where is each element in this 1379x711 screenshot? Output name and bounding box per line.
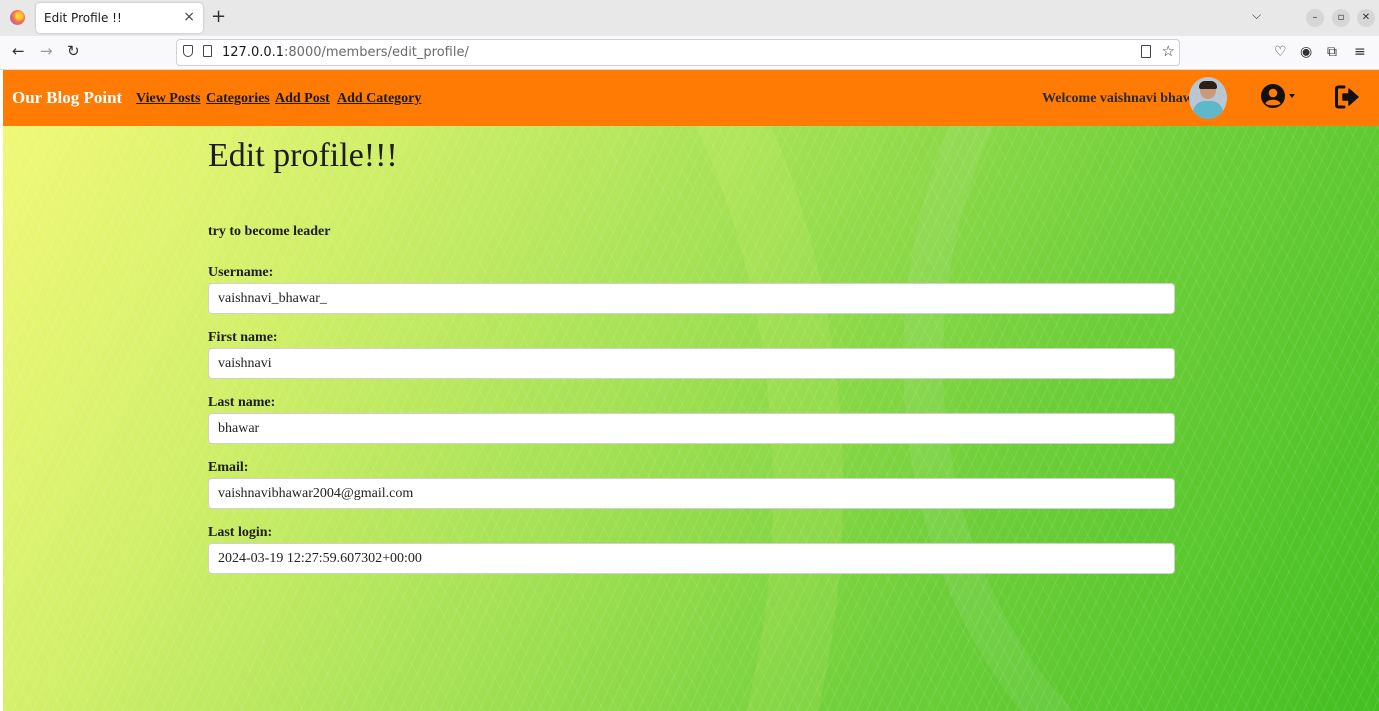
welcome-text: Welcome vaishnavi bhawar [1042, 91, 1207, 106]
minimize-icon[interactable]: – [1306, 9, 1324, 27]
browser-window: Edit Profile !! × + ⌵ – ▫ ✕ ← → ↻ 127.0.… [0, 0, 1379, 711]
url-bar[interactable]: 127.0.0.1:8000/members/edit_profile/ ☆ [176, 39, 1180, 66]
username-label: Username: [208, 265, 274, 280]
tab-title: Edit Profile !! [44, 11, 122, 25]
tab-strip: Edit Profile !! × + ⌵ – ▫ ✕ [0, 0, 1379, 36]
page-title: Edit profile!!! [208, 137, 398, 174]
url-path: :8000/members/edit_profile/ [284, 45, 469, 60]
last-login-input[interactable] [208, 543, 1175, 574]
restore-icon[interactable]: ▫ [1332, 9, 1350, 27]
bookmark-star-icon[interactable]: ☆ [1162, 42, 1175, 60]
logout-icon[interactable] [1334, 84, 1360, 110]
dropdown-caret-icon[interactable] [1289, 94, 1295, 98]
nav-categories[interactable]: Categories [206, 91, 270, 107]
nav-view-posts[interactable]: View Posts [136, 91, 200, 107]
site-navbar: Our Blog Point View Posts Categories Add… [3, 70, 1379, 126]
url-host: 127.0.0.1 [222, 45, 285, 60]
page-info-icon[interactable] [203, 45, 212, 57]
shield-icon[interactable] [183, 45, 193, 57]
first-name-input[interactable] [208, 348, 1175, 379]
last-name-label: Last name: [208, 395, 276, 410]
chevron-down-icon[interactable]: ⌵ [1252, 8, 1261, 23]
pocket-icon[interactable]: ♡ [1274, 44, 1287, 60]
last-login-label: Last login: [208, 525, 273, 540]
subtitle: try to become leader [208, 224, 331, 239]
username-input[interactable] [208, 283, 1175, 314]
page-viewport: Our Blog Point View Posts Categories Add… [3, 70, 1379, 711]
forward-icon[interactable]: → [40, 42, 53, 60]
navigation-toolbar: ← → ↻ 127.0.0.1:8000/members/edit_profil… [0, 36, 1379, 70]
url-text[interactable]: 127.0.0.1:8000/members/edit_profile/ [222, 45, 469, 60]
account-icon[interactable]: ◉ [1300, 44, 1312, 60]
first-name-label: First name: [208, 330, 278, 345]
reader-view-icon[interactable] [1141, 45, 1151, 58]
avatar[interactable] [1189, 77, 1227, 119]
email-label: Email: [208, 460, 249, 475]
nav-add-post[interactable]: Add Post [275, 91, 330, 107]
firefox-icon [10, 10, 25, 25]
last-name-input[interactable] [208, 413, 1175, 444]
back-icon[interactable]: ← [12, 42, 25, 60]
extensions-icon[interactable]: ⧉ [1327, 44, 1337, 60]
close-window-icon[interactable]: ✕ [1357, 9, 1375, 27]
user-circle-icon[interactable] [1260, 83, 1286, 109]
close-tab-icon[interactable]: × [183, 9, 195, 25]
tab-edit-profile[interactable]: Edit Profile !! × [36, 3, 203, 33]
new-tab-button[interactable]: + [211, 6, 226, 27]
reload-icon[interactable]: ↻ [67, 42, 80, 60]
brand-link[interactable]: Our Blog Point [12, 88, 122, 108]
nav-add-category[interactable]: Add Category [337, 91, 421, 107]
email-input[interactable] [208, 478, 1175, 509]
menu-icon[interactable]: ≡ [1354, 44, 1366, 60]
